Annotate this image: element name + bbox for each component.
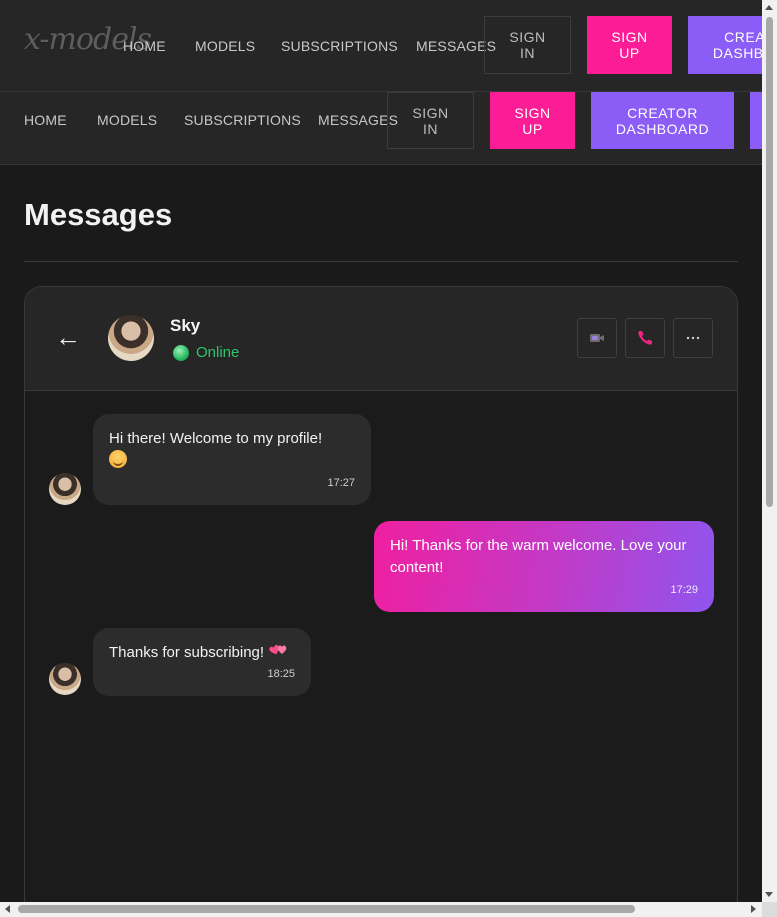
creator-dashboard-button[interactable]: CREATOR DASHBOARD: [688, 16, 762, 74]
scroll-up-arrow-icon[interactable]: [765, 5, 773, 10]
message-time: 17:27: [327, 477, 355, 489]
scroll-right-arrow-icon[interactable]: [751, 905, 756, 913]
smile-emoji-icon: [109, 450, 127, 468]
top-header: x-models HOME MODELS SUBSCRIPTIONS MESSA…: [0, 0, 762, 91]
secondary-header: HOME MODELS SUBSCRIPTIONS MESSAGES SIGN …: [0, 91, 762, 165]
sign-in-button[interactable]: SIGN IN: [484, 16, 571, 74]
message-avatar[interactable]: [49, 473, 81, 505]
message-text: Hi! Thanks for the warm welcome. Love yo…: [390, 537, 687, 576]
more-options-button[interactable]: [673, 318, 713, 358]
phone-icon: [638, 331, 652, 345]
creator-dashboard-button-2[interactable]: CREATOR DASHBOARD: [591, 92, 734, 149]
page-title: Messages: [24, 197, 173, 232]
message-bubble-incoming: Thanks for subscribing! 18:25: [93, 628, 311, 696]
sign-in-button-2[interactable]: SIGN IN: [387, 92, 474, 149]
chat-header: ← Sky Online: [25, 287, 737, 391]
horizontal-scroll-thumb[interactable]: [18, 905, 635, 913]
scroll-left-arrow-icon[interactable]: [5, 905, 10, 913]
message-bubble-incoming: Hi there! Welcome to my profile! 17:27: [93, 414, 371, 505]
sign-up-button[interactable]: SIGN UP: [587, 16, 672, 74]
sign-up-button-2[interactable]: SIGN UP: [490, 92, 575, 149]
nav-subscriptions-2[interactable]: SUBSCRIPTIONS: [184, 112, 301, 128]
scroll-down-arrow-icon[interactable]: [765, 892, 773, 897]
viewport: x-models HOME MODELS SUBSCRIPTIONS MESSA…: [0, 0, 762, 902]
video-call-icon: [590, 334, 604, 342]
contact-status: Online: [196, 344, 240, 361]
vertical-scroll-thumb[interactable]: [766, 17, 773, 507]
extra-menu-button[interactable]: [750, 92, 762, 149]
contact-avatar[interactable]: [108, 315, 154, 361]
message-text: Hi there! Welcome to my profile!: [109, 430, 323, 447]
message-time: 17:29: [670, 584, 698, 596]
chat-panel: ← Sky Online Hi there! Welcome to my pro…: [24, 286, 738, 902]
title-divider: [24, 261, 738, 262]
two-hearts-emoji-icon: [269, 644, 287, 655]
contact-name: Sky: [170, 316, 201, 335]
scrollbar-corner: [762, 902, 777, 917]
nav-home[interactable]: HOME: [123, 38, 166, 54]
message-time: 18:25: [267, 668, 295, 680]
nav-subscriptions[interactable]: SUBSCRIPTIONS: [281, 38, 398, 54]
video-call-button[interactable]: [577, 318, 617, 358]
arrow-left-icon[interactable]: ←: [55, 323, 81, 351]
nav-home-2[interactable]: HOME: [24, 112, 67, 128]
nav-models-2[interactable]: MODELS: [97, 112, 157, 128]
message-bubble-outgoing: Hi! Thanks for the warm welcome. Love yo…: [374, 521, 714, 612]
online-status-icon: [173, 345, 189, 361]
nav-models[interactable]: MODELS: [195, 38, 255, 54]
more-icon: [686, 336, 700, 340]
phone-call-button[interactable]: [625, 318, 665, 358]
message-avatar[interactable]: [49, 663, 81, 695]
message-text: Thanks for subscribing!: [109, 644, 265, 661]
